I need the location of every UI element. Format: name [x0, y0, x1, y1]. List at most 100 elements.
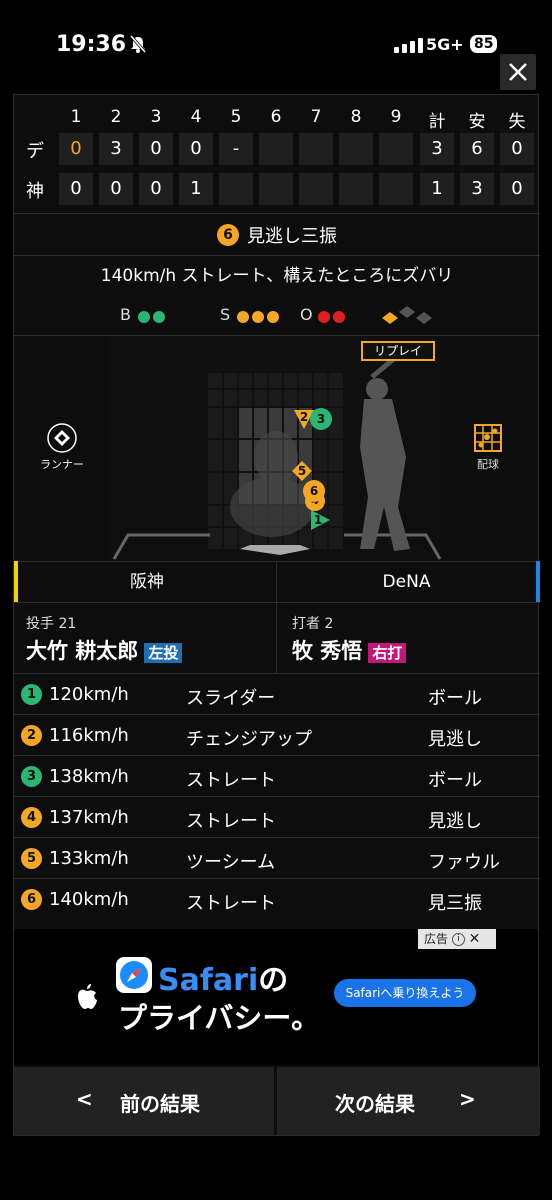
inning-header: 2 [110, 107, 122, 127]
score-cell: 0 [139, 133, 173, 165]
replay-button[interactable]: リプレイ [361, 341, 435, 361]
matchup: 投手 21 大竹 耕太郎 左投 打者 2 牧 秀悟 右打 [14, 603, 540, 673]
pitch-type: スライダー [186, 688, 276, 709]
pitch-description: 140km/h ストレート、構えたところにズバリ [100, 266, 454, 286]
ad-banner[interactable]: 広告 i ✕ Safariの プライバシー。 Safariへ乗り換えよう [14, 929, 538, 1065]
ad-badge[interactable]: 広告 i ✕ [418, 929, 496, 949]
ad-title-suffix: の [258, 963, 289, 998]
pitcher-name: 大竹 耕太郎 [26, 639, 139, 663]
total-cell: 3 [460, 173, 494, 205]
divider [14, 335, 540, 336]
list-item[interactable]: 2 116km/h チェンジアップ 見逃し [14, 714, 540, 755]
score-cell [219, 173, 253, 205]
runner-button[interactable]: ランナー [38, 423, 86, 472]
field-graphic [110, 337, 442, 561]
out-dots [315, 308, 345, 327]
pitch-speed: 116km/h [49, 725, 129, 746]
score-cell [299, 133, 333, 165]
apple-logo-icon [78, 984, 97, 1009]
score-cell: 0 [139, 173, 173, 205]
pitch-speed: 120km/h [49, 684, 129, 705]
total-cell: 3 [420, 133, 454, 165]
silent-bell-icon [128, 34, 148, 58]
pitch-number-badge: 2 [21, 725, 42, 746]
tab-away-team[interactable]: DeNA [277, 561, 540, 603]
pitch-marker-6[interactable]: 6 [303, 480, 325, 502]
inning-header: 6 [270, 107, 282, 127]
close-icon [509, 63, 527, 81]
batter-name: 牧 秀悟 [292, 639, 363, 663]
team-tabs: 阪神 DeNA [14, 561, 540, 603]
score-cell [379, 133, 413, 165]
pitch-number-badge: 3 [21, 766, 42, 787]
pitch-marker-3[interactable]: 3 [310, 408, 332, 430]
total-cell: 1 [420, 173, 454, 205]
tab-home-team[interactable]: 阪神 [14, 561, 276, 603]
pitch-outcome: 見逃し [428, 811, 482, 832]
pitch-number-badge: 1 [21, 684, 42, 705]
next-result-button[interactable]: 次の結果 > [277, 1067, 540, 1135]
total-hits-header: 安 [468, 112, 486, 132]
list-item[interactable]: 5 133km/h ツーシーム ファウル [14, 837, 540, 878]
pitch-number-badge: 6 [217, 224, 239, 246]
inning-header: 4 [190, 107, 202, 127]
pitch-outcome: 見三振 [428, 893, 482, 914]
ad-headline-line1: Safariの [158, 955, 288, 999]
divider [14, 213, 540, 214]
pitch-type: ストレート [186, 770, 276, 791]
pitch-chart-button[interactable]: 配球 [466, 423, 510, 472]
pitch-outcome: ボール [428, 688, 482, 709]
score-cell: 0 [59, 133, 93, 165]
network-type: 5G+ [426, 35, 464, 54]
close-button[interactable] [500, 54, 536, 90]
batter-name-row: 牧 秀悟 右打 [292, 635, 407, 665]
pitch-marker-5[interactable]: 5 [291, 460, 313, 482]
score-cell [299, 173, 333, 205]
prev-result-button[interactable]: < 前の結果 [14, 1067, 274, 1135]
score-cell: 0 [59, 173, 93, 205]
pitch-chart-label: 配球 [477, 458, 499, 471]
next-result-label: 次の結果 [335, 1092, 415, 1116]
pitch-number-badge: 6 [21, 889, 42, 910]
runner-label: ランナー [40, 458, 84, 471]
team-abbr-away: デ [26, 141, 44, 162]
result-navigation: < 前の結果 次の結果 > [14, 1067, 540, 1137]
ad-brand: Safari [158, 963, 259, 998]
total-cell: 0 [500, 173, 534, 205]
diamond-icon [47, 423, 77, 453]
score-cell: 0 [99, 173, 133, 205]
battery-level: 85 [470, 35, 498, 53]
strike-label: S [220, 305, 231, 324]
pitch-list: 1 120km/h スライダー ボール 2 116km/h チェンジアップ 見逃… [14, 673, 540, 919]
total-errors-header: 失 [508, 112, 526, 132]
inning-header: 9 [390, 107, 402, 127]
pitch-result: 6 見逃し三振 [14, 215, 540, 255]
pitch-outcome: ファウル [428, 852, 500, 873]
pitch-speed: 133km/h [49, 848, 129, 869]
at-bat-panel: 1 2 3 4 5 6 7 8 9 計 安 失 デ 0 3 0 0 - 3 6 … [13, 94, 540, 1137]
pitch-grid-icon [474, 424, 502, 452]
pitch-result-text: 見逃し三振 [247, 226, 337, 247]
pitch-speed: 140km/h [49, 889, 129, 910]
pitch-type: ツーシーム [186, 852, 276, 873]
batter-role: 打者 2 [292, 616, 334, 632]
bases-icon [382, 306, 432, 324]
score-cell: 0 [179, 133, 213, 165]
count-indicator: B S O [14, 295, 540, 333]
ad-cta-button[interactable]: Safariへ乗り換えよう [334, 979, 476, 1007]
list-item[interactable]: 3 138km/h ストレート ボール [14, 755, 540, 796]
list-item[interactable]: 1 120km/h スライダー ボール [14, 673, 540, 714]
pitch-type: ストレート [186, 893, 276, 914]
ad-label: 広告 [424, 932, 449, 946]
out-label: O [300, 305, 313, 324]
inning-header: 3 [150, 107, 162, 127]
inning-header: 8 [350, 107, 362, 127]
pitcher-hand-badge: 左投 [144, 643, 183, 663]
pitch-marker-1[interactable]: 1 [309, 509, 331, 531]
prev-result-label: 前の結果 [120, 1092, 200, 1116]
list-item[interactable]: 6 140km/h ストレート 見三振 [14, 878, 540, 919]
pitch-type: チェンジアップ [186, 729, 312, 750]
list-item[interactable]: 4 137km/h ストレート 見逃し [14, 796, 540, 837]
pitch-number-badge: 5 [21, 848, 42, 869]
pitch-location-view: リプレイ ランナー 配球 2 3 5 4 6 1 [14, 337, 540, 561]
